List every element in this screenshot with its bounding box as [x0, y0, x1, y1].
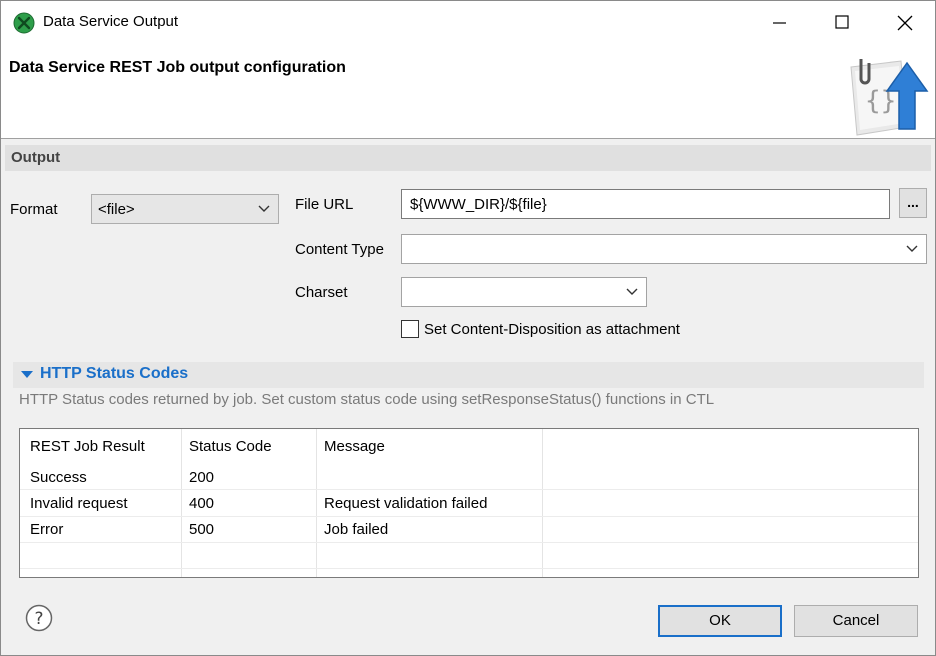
- charset-label: Charset: [295, 284, 348, 301]
- charset-select[interactable]: [401, 277, 647, 307]
- help-icon[interactable]: ?: [25, 604, 53, 632]
- minimize-button[interactable]: [749, 1, 811, 43]
- file-url-label: File URL: [295, 196, 354, 213]
- row-error-message[interactable]: Job failed: [324, 521, 388, 538]
- column-header-message[interactable]: Message: [324, 438, 385, 455]
- maximize-icon: [835, 15, 849, 29]
- row-success-result[interactable]: Success: [30, 469, 87, 486]
- header-banner: Data Service REST Job output configurati…: [1, 43, 935, 139]
- row-error-code[interactable]: 500: [189, 521, 214, 538]
- column-header-code[interactable]: Status Code: [189, 438, 272, 455]
- content-type-label: Content Type: [295, 241, 384, 258]
- row-invalid-result[interactable]: Invalid request: [30, 495, 128, 512]
- row-invalid-code[interactable]: 400: [189, 495, 214, 512]
- maximize-button[interactable]: [811, 1, 873, 43]
- minimize-icon: [773, 22, 786, 24]
- expand-triangle-icon: [21, 371, 33, 378]
- column-divider: [542, 429, 543, 577]
- file-url-field[interactable]: [401, 189, 890, 219]
- row-error-result[interactable]: Error: [30, 521, 63, 538]
- cancel-button[interactable]: Cancel: [794, 605, 918, 637]
- banner-title: Data Service REST Job output configurati…: [9, 59, 346, 76]
- content-disposition-label: Set Content-Disposition as attachment: [424, 321, 680, 338]
- browse-button[interactable]: ...: [899, 188, 927, 218]
- ok-button[interactable]: OK: [658, 605, 782, 637]
- content-disposition-checkbox[interactable]: [401, 320, 419, 338]
- file-url-input[interactable]: [402, 190, 889, 218]
- http-status-description: HTTP Status codes returned by job. Set c…: [19, 391, 715, 408]
- output-section-label: Output: [11, 149, 61, 166]
- svg-text:?: ?: [34, 609, 43, 629]
- dialog-window: Data Service Output Data Service REST Jo…: [0, 0, 936, 656]
- output-section-header: Output: [5, 145, 931, 171]
- window-title: Data Service Output: [43, 13, 179, 30]
- http-status-header: HTTP Status Codes: [40, 365, 189, 382]
- column-divider: [316, 429, 317, 577]
- chevron-down-icon: [258, 205, 270, 212]
- row-invalid-message[interactable]: Request validation failed: [324, 495, 487, 512]
- http-status-section-header[interactable]: HTTP Status Codes: [13, 362, 924, 388]
- format-select[interactable]: <file>: [91, 194, 279, 224]
- close-button[interactable]: [873, 1, 935, 43]
- chevron-down-icon: [626, 288, 638, 295]
- row-divider: [20, 489, 918, 490]
- row-divider: [20, 516, 918, 517]
- format-label: Format: [10, 201, 58, 218]
- chevron-down-icon: [906, 245, 918, 252]
- content-type-select[interactable]: [401, 234, 927, 264]
- close-icon: [897, 15, 913, 31]
- data-service-app-icon: [13, 12, 35, 34]
- rest-output-icon: {}: [850, 59, 929, 136]
- column-divider: [181, 429, 182, 577]
- column-header-result[interactable]: REST Job Result: [30, 438, 145, 455]
- format-value: <file>: [98, 201, 135, 218]
- row-divider: [20, 568, 918, 569]
- title-bar: Data Service Output: [1, 1, 935, 43]
- row-divider: [20, 542, 918, 543]
- row-success-code[interactable]: 200: [189, 469, 214, 486]
- status-codes-table: REST Job Result Status Code Message Succ…: [19, 428, 919, 578]
